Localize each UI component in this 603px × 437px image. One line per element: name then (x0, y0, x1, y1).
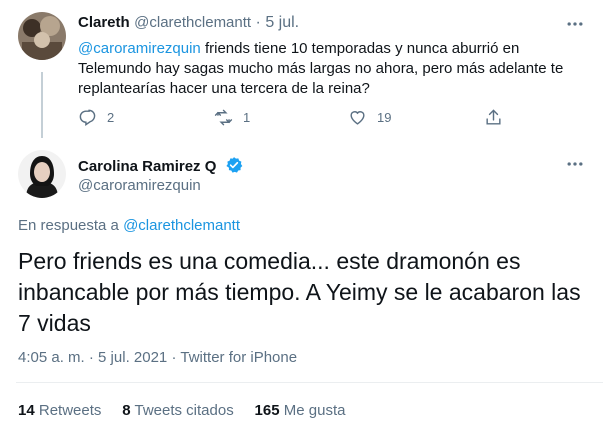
tweet-date[interactable]: 5 jul. 2021 (98, 349, 167, 366)
main-tweet-text: Pero friends es una comedia... este dram… (18, 248, 581, 336)
divider (16, 382, 603, 383)
in-reply-prefix: En respuesta a (18, 217, 124, 234)
retweets-stat[interactable]: 14 Retweets (18, 402, 101, 419)
verified-badge-icon (226, 157, 243, 173)
reply-author-handle[interactable]: @clarethclemantt (134, 14, 251, 31)
more-icon[interactable] (565, 14, 585, 39)
retweets-label: Retweets (38, 402, 102, 419)
like-icon (350, 111, 365, 125)
thread-line (41, 72, 43, 138)
date-separator: · (171, 349, 177, 366)
timestamp-row: 4:05 a. m. · 5 jul. 2021 · Twitter for i… (18, 349, 297, 366)
quotes-stat[interactable]: 8 Tweets citados (122, 402, 233, 419)
quotes-label: Tweets citados (134, 402, 234, 419)
tweet-time[interactable]: 4:05 a. m. (18, 349, 85, 366)
retweets-count: 14 (18, 402, 35, 419)
main-author-name[interactable]: Carolina Ramirez Q (78, 158, 216, 175)
avatar-clareth[interactable] (18, 12, 66, 60)
main-author-handle[interactable]: @caroramirezquin (78, 177, 201, 194)
reply-action[interactable]: 2 (78, 108, 114, 127)
avatar-image (18, 150, 66, 198)
like-action[interactable]: 19 (348, 108, 391, 127)
like-count: 19 (377, 110, 392, 125)
retweet-icon (214, 109, 233, 126)
share-action[interactable] (484, 108, 503, 127)
stats-row: 14 Retweets 8 Tweets citados 165 Me gust… (18, 402, 345, 419)
reply-separator: · (255, 14, 261, 31)
reply-icon (79, 109, 96, 126)
likes-stat[interactable]: 165 Me gusta (255, 402, 346, 419)
in-reply-to: En respuesta a @clarethclemantt (18, 217, 240, 234)
reply-author-name[interactable]: Clareth (78, 14, 130, 31)
reply-text: @caroramirezquin friends tiene 10 tempor… (78, 39, 578, 99)
likes-label: Me gusta (283, 402, 346, 419)
avatar-image (18, 12, 66, 60)
retweet-action[interactable]: 1 (214, 108, 250, 127)
reply-count: 2 (107, 110, 115, 125)
share-icon (486, 109, 501, 125)
quotes-count: 8 (122, 402, 131, 419)
avatar-carolina[interactable] (18, 150, 66, 198)
likes-count: 165 (254, 402, 280, 419)
time-separator: · (88, 349, 94, 366)
more-icon[interactable] (565, 154, 585, 179)
tweet-source[interactable]: Twitter for iPhone (180, 349, 297, 366)
reply-header: Clareth @clarethclemantt · 5 jul. (78, 14, 299, 32)
main-author-row: Carolina Ramirez Q (78, 156, 243, 176)
retweet-count: 1 (243, 110, 251, 125)
reply-mention-link[interactable]: @caroramirezquin (78, 40, 201, 57)
in-reply-handle-link[interactable]: @clarethclemantt (123, 217, 240, 234)
reply-date[interactable]: 5 jul. (265, 14, 299, 31)
